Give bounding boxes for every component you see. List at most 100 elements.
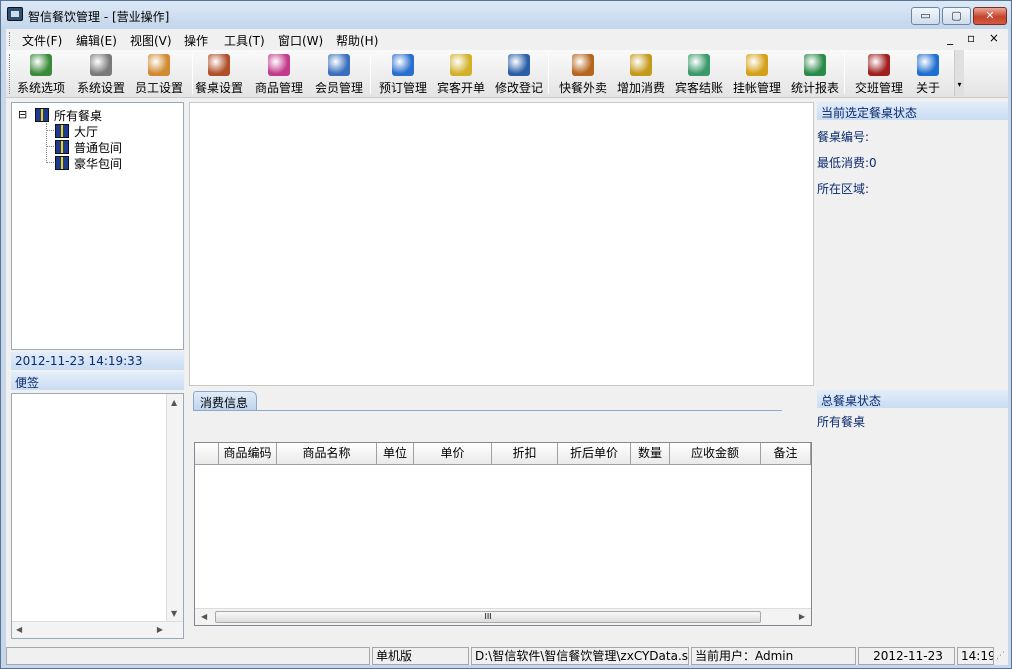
mdi-child-controls[interactable]: _ ▫ × (947, 31, 1004, 45)
toolbar-button-3[interactable]: 员工设置 (132, 51, 186, 97)
min-consumption-field: 最低消费:0 (817, 156, 877, 170)
grid-horizontal-scrollbar[interactable]: ◀ III ▶ (195, 608, 811, 625)
tree-connector (46, 146, 54, 147)
toolbar-button-6[interactable]: 会员管理 (312, 51, 366, 97)
toolbar-separator (548, 54, 549, 94)
toolbar-button-13[interactable]: 挂帐管理 (730, 51, 784, 97)
tree-node-label: 豪华包间 (74, 157, 123, 171)
checkout-icon (688, 54, 710, 76)
status-message (6, 647, 370, 665)
table-number-field: 餐桌编号: (817, 130, 870, 144)
current-table-status-header: 当前选定餐桌状态 (817, 102, 1008, 120)
menu-window[interactable]: 窗口(W) (278, 32, 323, 49)
tree-collapse-icon[interactable]: ⊟ (18, 108, 27, 121)
menu-view[interactable]: 视图(V) (130, 32, 172, 49)
column-header[interactable]: 单位 (377, 443, 414, 465)
toolbar-button-label: 快餐外卖 (558, 81, 607, 95)
status-edition: 单机版 (372, 647, 469, 665)
toolbar-button-1[interactable]: 系统选项 (14, 51, 68, 97)
app-icon (7, 7, 23, 21)
grid-row-header (195, 443, 219, 465)
toolbar-button-14[interactable]: 统计报表 (788, 51, 842, 97)
grid-scroll-thumb[interactable]: III (215, 611, 761, 623)
menu-help[interactable]: 帮助(H) (336, 32, 378, 49)
toolbar-button-label: 预订管理 (378, 81, 427, 95)
column-header[interactable]: 数量 (631, 443, 670, 465)
toolbar-grip[interactable] (9, 54, 12, 94)
clock-icon (392, 54, 414, 76)
memo-header: 便签 (11, 372, 184, 390)
toolbar: 系统选项 系统设置 员工设置 餐桌设置 商品管理 会员管理 预订管理 宾客开单 修改登记 快餐外卖… (6, 50, 1008, 98)
memo-textarea[interactable]: ▲ ▼ ◀ ▶ (11, 393, 184, 639)
status-bar: 单机版 D:\智信软件\智信餐饮管理\zxCYData.sys 当前用户：Adm… (6, 646, 1008, 665)
menu-file[interactable]: 文件(F) (22, 32, 62, 49)
column-header[interactable]: 折扣 (492, 443, 558, 465)
table-group-icon (55, 156, 69, 170)
title-bar[interactable]: 智信餐饮管理 - [营业操作] ▭ ▢ ✕ (1, 1, 1011, 29)
toolbar-separator (844, 54, 845, 94)
tab-underline (193, 410, 782, 411)
toolbar-button-label: 宾客开单 (436, 81, 485, 95)
menu-tools[interactable]: 工具(T) (224, 32, 265, 49)
close-button[interactable]: ✕ (973, 7, 1007, 25)
table-display-area[interactable] (189, 102, 814, 386)
toolbar-button-8[interactable]: 宾客开单 (434, 51, 488, 97)
app-window: 智信餐饮管理 - [营业操作] ▭ ▢ ✕ 文件(F) 编辑(E) 视图(V) … (0, 0, 1012, 669)
cube-icon (268, 54, 290, 76)
status-date: 2012-11-23 (858, 647, 955, 665)
total-all-tables-item[interactable]: 所有餐桌 (817, 413, 865, 430)
datetime-bar: 2012-11-23 14:19:33 (11, 352, 184, 370)
memo-horizontal-scrollbar[interactable]: ◀ ▶ (12, 621, 183, 638)
toolbar-button-5[interactable]: 商品管理 (252, 51, 306, 97)
toolbar-overflow-button[interactable]: ▾ (954, 50, 964, 96)
maximize-button[interactable]: ▢ (942, 7, 971, 25)
toolbar-button-15[interactable]: 交班管理 (852, 51, 906, 97)
status-db-path: D:\智信软件\智信餐饮管理\zxCYData.sys (471, 647, 689, 665)
chart-icon (804, 54, 826, 76)
window-title: 智信餐饮管理 - [营业操作] (28, 10, 170, 24)
table-group-icon (55, 124, 69, 138)
money-bag-icon (746, 54, 768, 76)
total-table-status-header: 总餐桌状态 (817, 390, 1008, 408)
menu-edit[interactable]: 编辑(E) (76, 32, 117, 49)
toolbar-button-12[interactable]: 宾客结账 (672, 51, 726, 97)
status-user: 当前用户：Admin (691, 647, 856, 665)
employee-icon (148, 54, 170, 76)
toolbar-button-10[interactable]: 快餐外卖 (556, 51, 610, 97)
column-header[interactable]: 备注 (761, 443, 811, 465)
table-group-icon (35, 108, 49, 122)
toolbar-separator (370, 54, 371, 94)
toolbar-button-label: 修改登记 (494, 81, 543, 95)
table-area-field: 所在区域: (817, 182, 870, 196)
tab-consumption-info[interactable]: 消费信息 (193, 391, 257, 411)
toolbar-button-label: 交班管理 (854, 81, 903, 95)
toolbar-button-16[interactable]: 关于 (908, 51, 948, 97)
resize-grip-icon[interactable]: ⋰ (996, 651, 1005, 661)
minimize-button[interactable]: ▭ (911, 7, 940, 25)
tree-connector (46, 162, 54, 163)
menu-grip[interactable] (9, 32, 12, 46)
column-header[interactable]: 单价 (414, 443, 492, 465)
toolbar-button-label: 宾客结账 (674, 81, 723, 95)
tree-root-label: 所有餐桌 (54, 109, 103, 123)
tree-connector (46, 123, 47, 161)
column-header[interactable]: 折后单价 (558, 443, 631, 465)
toolbar-button-11[interactable]: 增加消费 (614, 51, 668, 97)
tree-root[interactable]: ⊟ 所有餐桌 (18, 107, 102, 123)
menu-operation[interactable]: 操作 (184, 32, 208, 49)
toolbar-button-7[interactable]: 预订管理 (376, 51, 430, 97)
column-header[interactable]: 商品编码 (219, 443, 277, 465)
column-header[interactable]: 商品名称 (277, 443, 377, 465)
toolbar-button-label: 员工设置 (134, 81, 183, 95)
table-group-icon (55, 140, 69, 154)
toolbar-button-9[interactable]: 修改登记 (492, 51, 546, 97)
edit-user-icon (508, 54, 530, 76)
toolbar-button-label: 系统设置 (76, 81, 125, 95)
table-tree-panel: ⊟ 所有餐桌 大厅 普通包间 豪华包间 (11, 102, 184, 350)
column-header[interactable]: 应收金额 (670, 443, 761, 465)
memo-vertical-scrollbar[interactable]: ▲ ▼ (166, 394, 183, 622)
toolbar-button-2[interactable]: 系统设置 (74, 51, 128, 97)
client-area: 文件(F) 编辑(E) 视图(V) 操作 工具(T) 窗口(W) 帮助(H) _… (6, 29, 1008, 665)
consumption-grid[interactable]: 商品编码 商品名称 单位 单价 折扣 折后单价 数量 应收金额 备注 ◀ III ▶ (194, 442, 812, 626)
toolbar-button-4[interactable]: 餐桌设置 (192, 51, 246, 97)
